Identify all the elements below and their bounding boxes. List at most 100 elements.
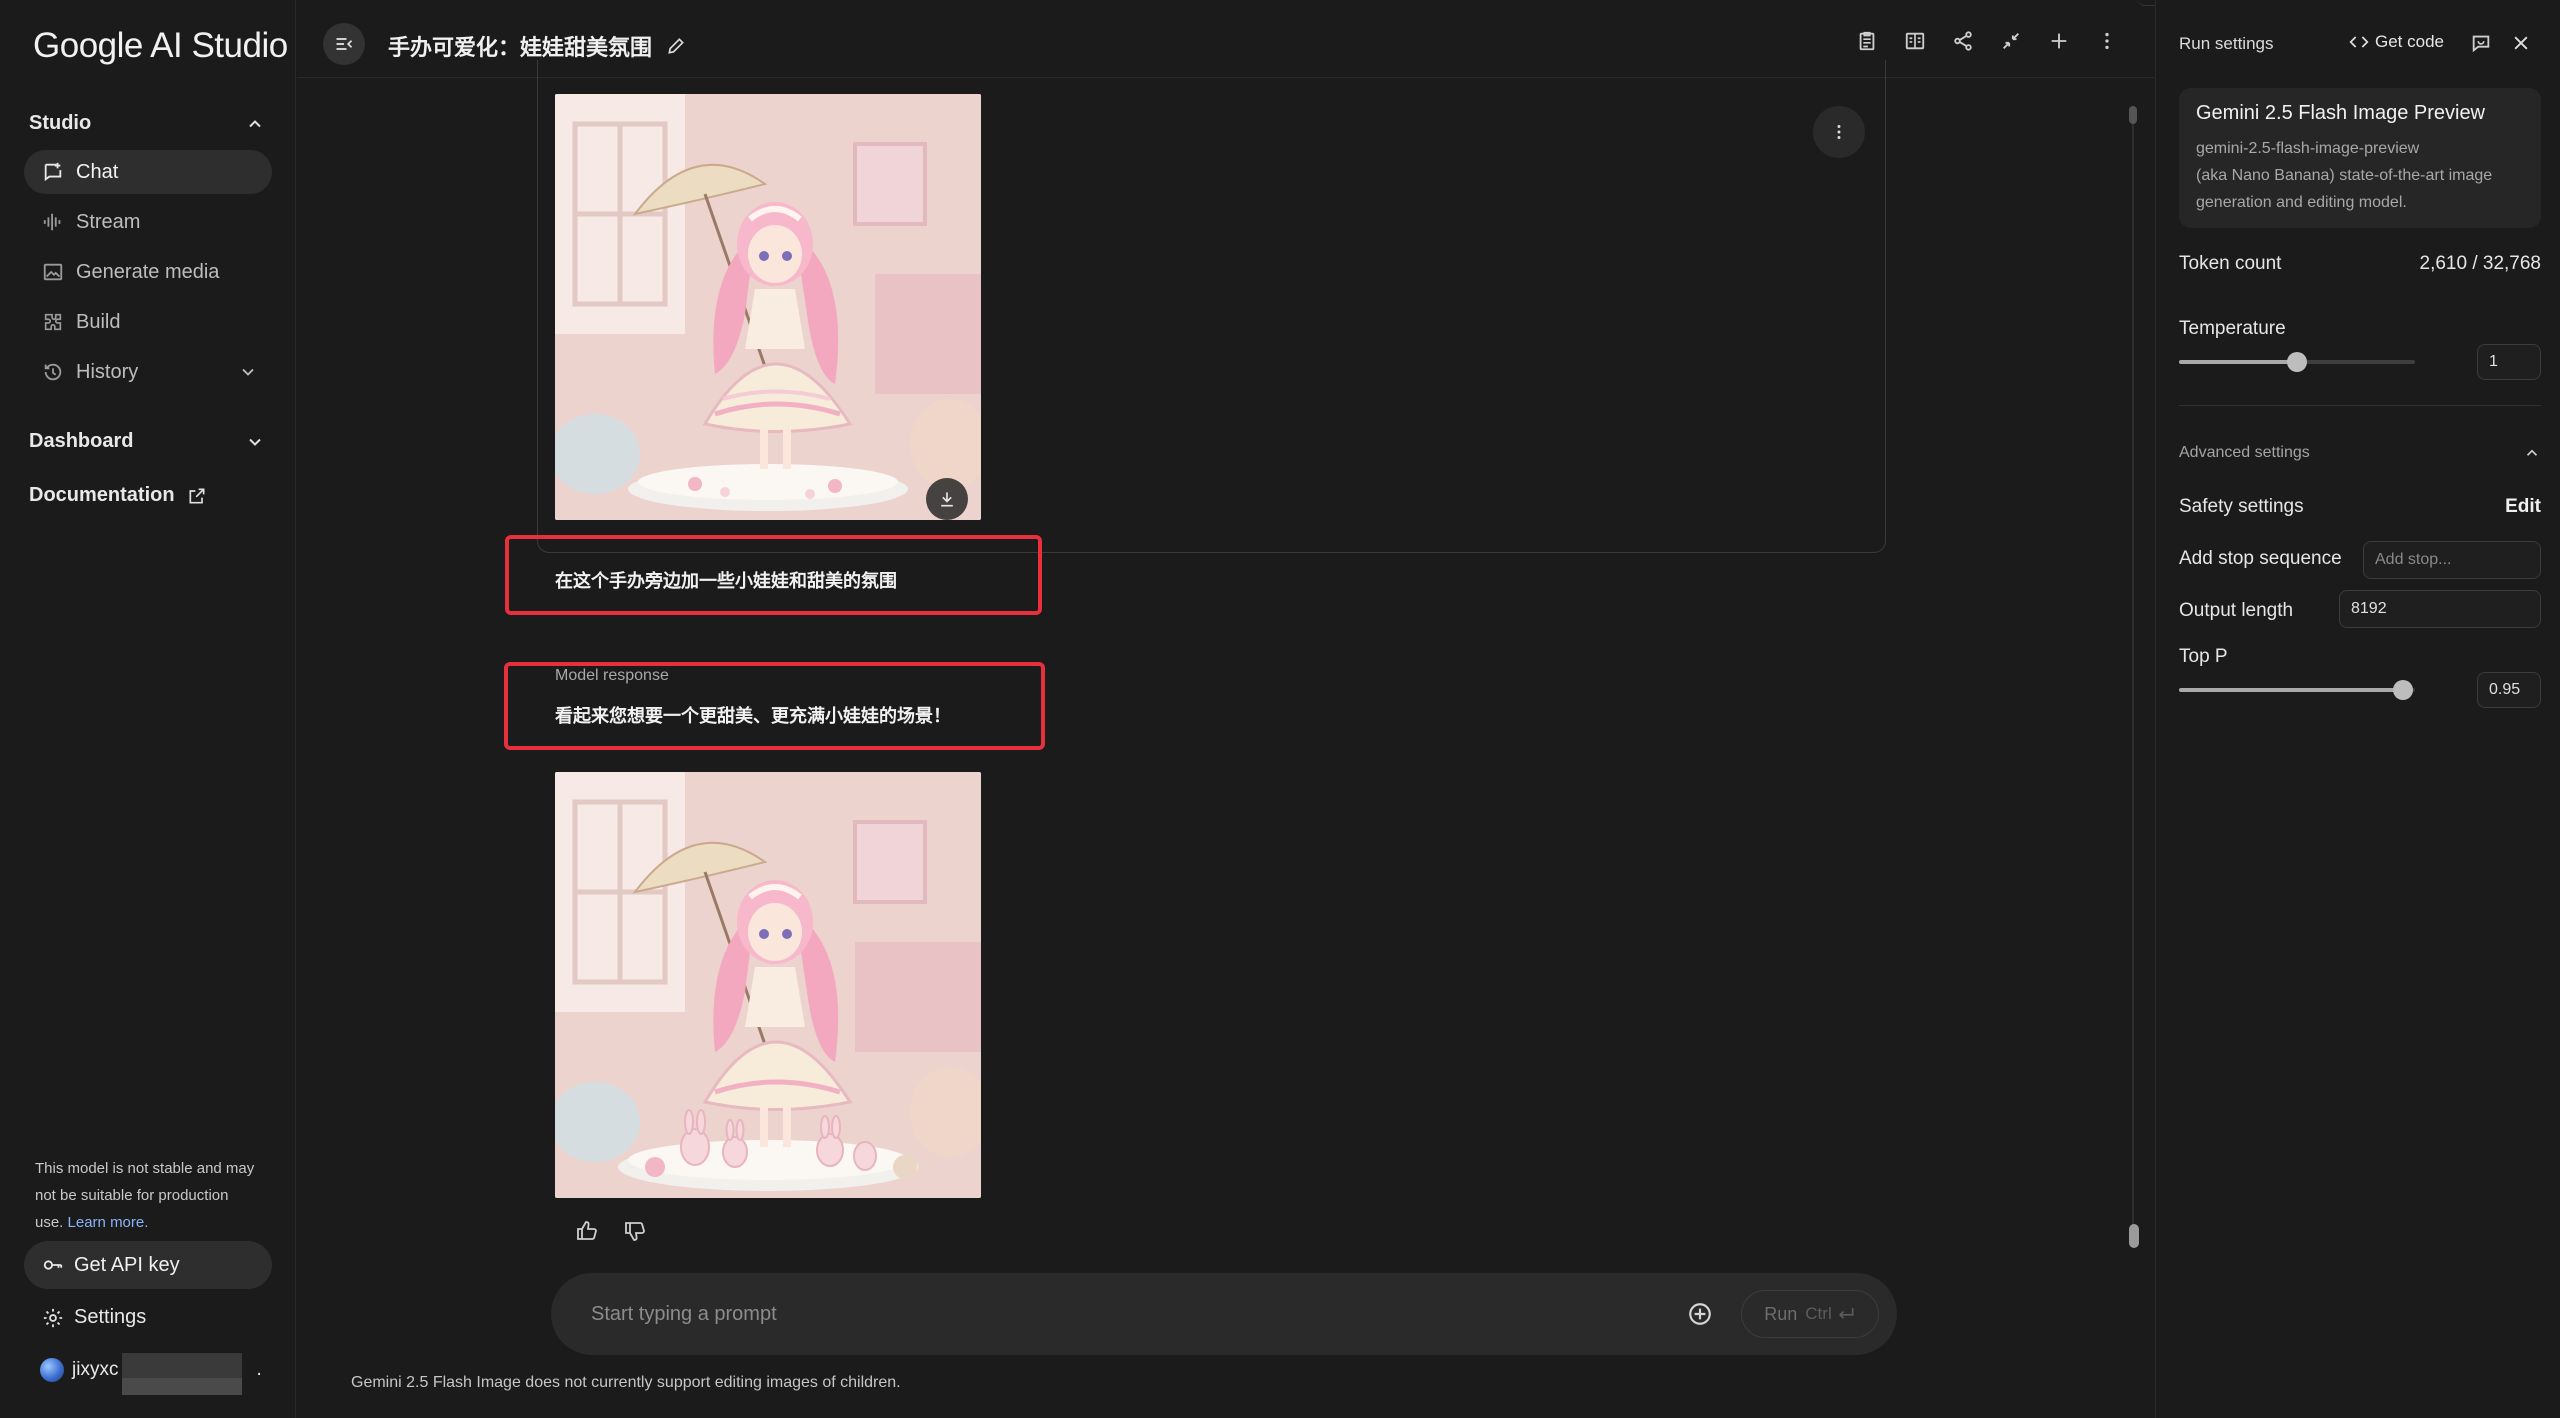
top-p-input[interactable]: 0.95 xyxy=(2477,672,2541,708)
run-label: Run xyxy=(1764,1303,1798,1324)
figurine-illustration xyxy=(555,772,981,1198)
documentation-label: Documentation xyxy=(29,484,175,506)
sidebar-item-label: Chat xyxy=(76,160,119,183)
scrollbar-top[interactable] xyxy=(2129,106,2137,124)
token-count-value: 2,610 / 32,768 xyxy=(2419,253,2542,274)
temperature-row: Temperature xyxy=(2179,318,2541,340)
close-icon[interactable] xyxy=(2511,33,2531,53)
add-media-icon[interactable] xyxy=(1687,1301,1713,1327)
user-suffix: . xyxy=(256,1359,262,1380)
chevron-up-icon xyxy=(2526,449,2538,456)
model-id: gemini-2.5-flash-image-preview xyxy=(2196,140,2420,157)
more-vert-icon xyxy=(1837,125,1841,139)
run-button[interactable]: Run Ctrl xyxy=(1741,1290,1879,1338)
api-key-label: Get API key xyxy=(74,1253,180,1276)
run-settings-panel: Run settings Get code Gemini 2.5 Flash I… xyxy=(2155,0,2560,1418)
thumbs-down-icon[interactable] xyxy=(623,1219,647,1243)
top-p-label: Top P xyxy=(2179,646,2228,667)
sidebar-item-label: Generate media xyxy=(76,260,220,283)
get-code-button[interactable]: Get code xyxy=(2349,32,2444,52)
model-stability-notice: This model is not stable and may not be … xyxy=(35,1155,260,1236)
run-shortcut: Ctrl xyxy=(1805,1304,1855,1324)
learn-more-link[interactable]: Learn more. xyxy=(68,1214,149,1231)
user-prompt-text: 在这个手办旁边加一些小娃娃和甜美的氛围 xyxy=(555,571,897,591)
scrollbar-thumb[interactable] xyxy=(2129,1224,2139,1248)
output-length-label: Output length xyxy=(2179,600,2294,621)
run-settings-title: Run settings xyxy=(2179,34,2274,53)
studio-section-header[interactable]: Studio xyxy=(29,112,265,135)
thumbs-up-icon[interactable] xyxy=(575,1219,599,1243)
generated-image[interactable] xyxy=(555,94,981,520)
model-selector[interactable]: Gemini 2.5 Flash Image Preview gemini-2.… xyxy=(2179,88,2541,228)
code-icon xyxy=(2349,36,2369,48)
temperature-slider-knob[interactable] xyxy=(2287,352,2307,372)
download-image-button[interactable] xyxy=(926,478,968,520)
run-shortcut-key: Ctrl xyxy=(1805,1304,1832,1323)
safety-settings-row: Safety settings Edit xyxy=(2179,496,2541,518)
documentation-link[interactable]: Documentation xyxy=(29,484,207,507)
build-icon xyxy=(44,313,62,331)
studio-label: Studio xyxy=(29,112,92,134)
generated-image[interactable] xyxy=(555,772,981,1198)
get-code-label: Get code xyxy=(2375,32,2444,51)
settings-link[interactable]: Settings xyxy=(42,1306,146,1329)
output-length-input[interactable]: 8192 xyxy=(2339,590,2541,628)
topbar-actions xyxy=(1856,30,2118,52)
prompt-bar: Run Ctrl xyxy=(551,1273,1897,1355)
left-sidebar: Google AI Studio Studio Chat Stream Gene… xyxy=(0,0,296,1418)
chevron-up-icon xyxy=(249,119,261,127)
top-p-slider[interactable] xyxy=(2179,680,2415,700)
model-name: Gemini 2.5 Flash Image Preview xyxy=(2196,102,2486,124)
sidebar-item-stream[interactable]: Stream xyxy=(24,200,272,244)
temperature-slider[interactable] xyxy=(2179,352,2415,372)
stop-sequence-label: Add stop sequence xyxy=(2179,548,2342,569)
brand-logo[interactable]: Google AI Studio xyxy=(33,26,288,66)
temperature-input[interactable]: 1 xyxy=(2477,344,2541,380)
collapse-menu-icon xyxy=(336,38,353,50)
sidebar-item-chat[interactable]: Chat xyxy=(24,150,272,194)
avatar xyxy=(40,1358,64,1382)
temperature-label: Temperature xyxy=(2179,318,2286,339)
image-icon xyxy=(43,263,63,281)
sidebar-item-history[interactable]: History xyxy=(24,350,272,394)
dashboard-section-header[interactable]: Dashboard xyxy=(29,430,265,453)
compare-icon[interactable] xyxy=(1904,30,1926,52)
safety-settings-label: Safety settings xyxy=(2179,496,2304,517)
model-disclaimer: Gemini 2.5 Flash Image does not currentl… xyxy=(351,1374,901,1391)
chat-title-text: 手办可爱化：娃娃甜美氛围 xyxy=(388,35,653,60)
prompt-input[interactable] xyxy=(591,1297,1591,1331)
clipboard-icon[interactable] xyxy=(1856,30,1878,52)
stream-icon xyxy=(43,213,61,231)
redacted-email xyxy=(122,1353,242,1395)
token-count-row: Token count 2,610 / 32,768 xyxy=(2179,253,2541,275)
more-vert-icon[interactable] xyxy=(2096,30,2118,52)
share-icon[interactable] xyxy=(1952,30,1974,52)
sidebar-item-label: Build xyxy=(76,310,121,333)
sidebar-item-label: History xyxy=(76,360,139,383)
stop-sequence-input[interactable]: Add stop... xyxy=(2363,541,2541,579)
toggle-sidebar-button[interactable] xyxy=(323,23,365,65)
temperature-slider-fill xyxy=(2179,360,2297,364)
compress-icon[interactable] xyxy=(2000,30,2022,52)
top-p-row: Top P xyxy=(2179,646,2541,668)
chat-icon xyxy=(44,162,62,182)
add-icon[interactable] xyxy=(2048,30,2070,52)
safety-edit-button[interactable]: Edit xyxy=(2505,496,2541,518)
token-count-label: Token count xyxy=(2179,253,2282,274)
advanced-settings-header[interactable]: Advanced settings xyxy=(2179,444,2541,462)
scrollbar-track[interactable] xyxy=(2132,124,2134,1232)
edit-pencil-icon[interactable] xyxy=(666,36,686,56)
reset-settings-icon[interactable] xyxy=(2470,32,2492,54)
dashboard-label: Dashboard xyxy=(29,430,134,452)
key-icon xyxy=(43,1260,63,1270)
top-p-slider-knob[interactable] xyxy=(2393,680,2413,700)
sidebar-item-label: Stream xyxy=(76,210,141,233)
advanced-settings-label: Advanced settings xyxy=(2179,444,2310,461)
sidebar-item-generate-media[interactable]: Generate media xyxy=(24,250,272,294)
figurine-illustration xyxy=(555,94,981,520)
get-api-key-button[interactable]: Get API key xyxy=(24,1241,272,1289)
model-response-text: 看起来您想要一个更甜美、更充满小娃娃的场景！ xyxy=(555,706,951,726)
chat-title: 手办可爱化：娃娃甜美氛围 xyxy=(388,30,686,62)
sidebar-item-build[interactable]: Build xyxy=(24,300,272,344)
turn-options-button[interactable] xyxy=(1813,106,1865,158)
